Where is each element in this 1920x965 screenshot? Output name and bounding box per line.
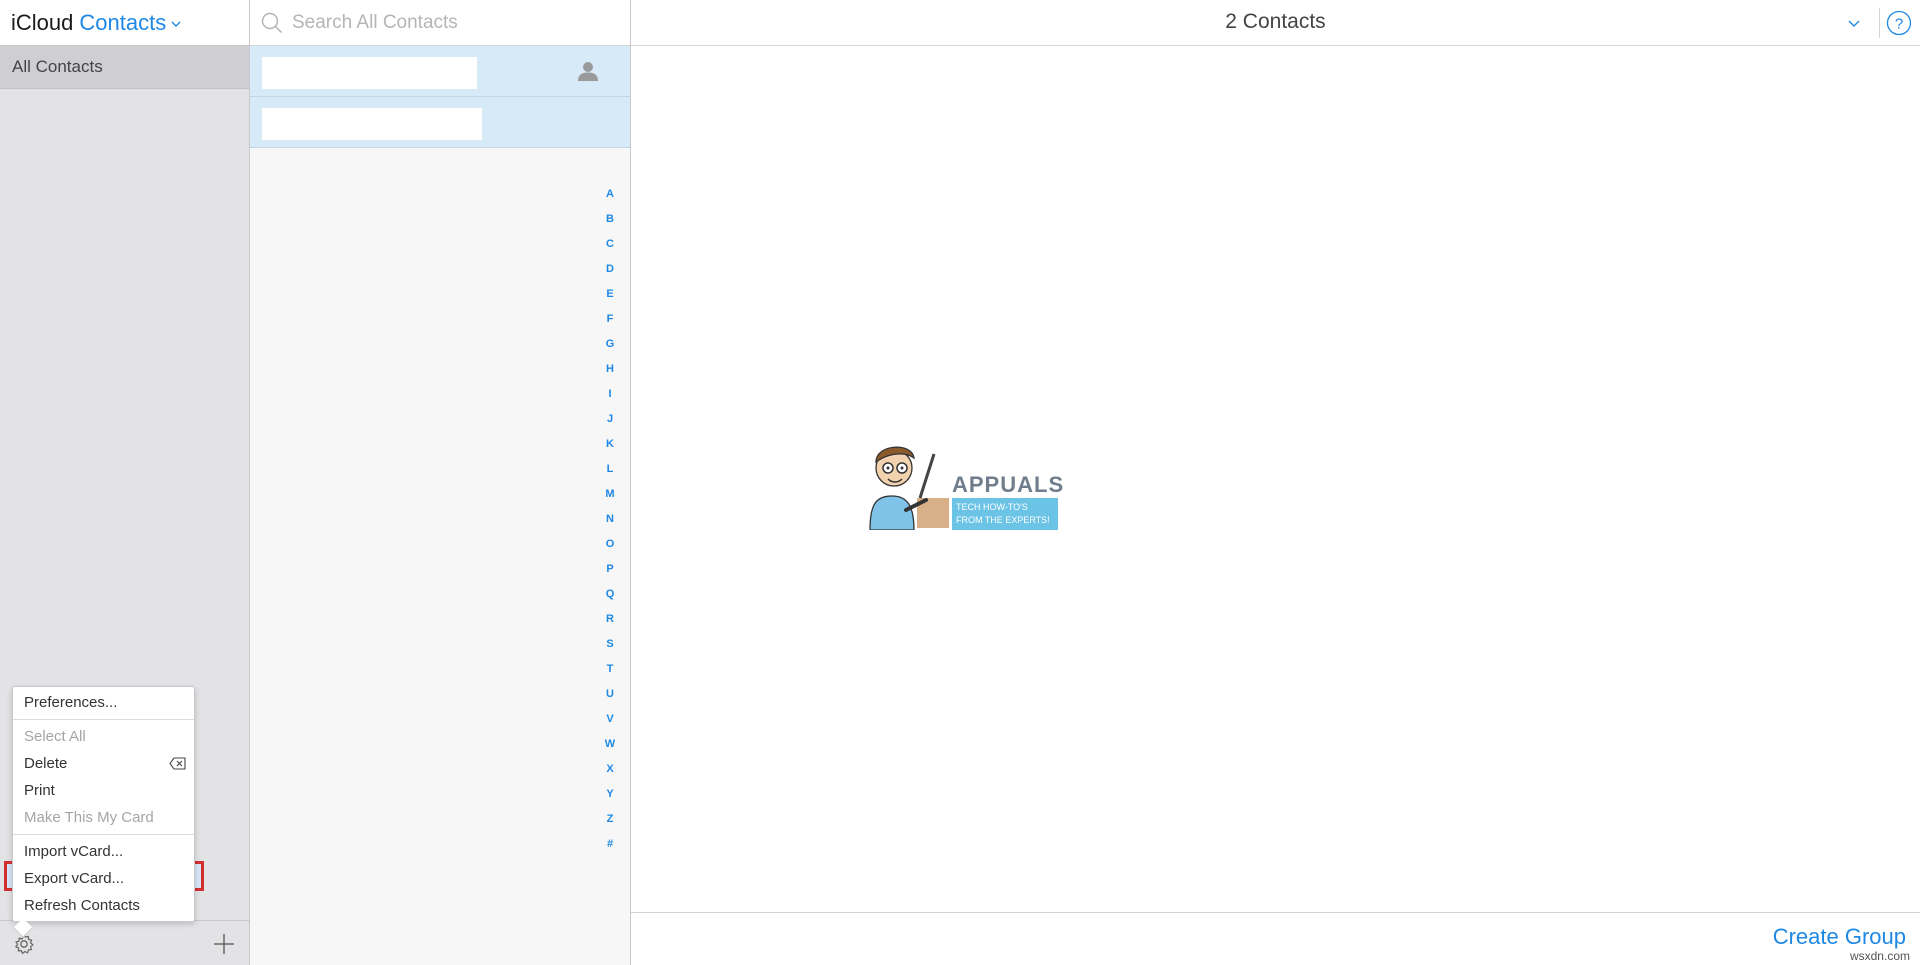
chevron-down-icon[interactable] bbox=[1846, 15, 1862, 31]
alphabet-index-letter[interactable]: C bbox=[600, 238, 620, 263]
plus-icon[interactable] bbox=[212, 932, 236, 956]
detail-header: 2 Contacts ? bbox=[631, 0, 1920, 46]
alphabet-index-letter[interactable]: J bbox=[600, 413, 620, 438]
alphabet-index-letter[interactable]: N bbox=[600, 513, 620, 538]
help-icon[interactable]: ? bbox=[1886, 10, 1912, 36]
mascot-logo-icon bbox=[869, 446, 949, 531]
app-header[interactable]: iCloud Contacts bbox=[0, 0, 249, 46]
contact-row[interactable] bbox=[250, 46, 630, 97]
contact-row[interactable] bbox=[250, 97, 630, 148]
alphabet-index-letter[interactable]: B bbox=[600, 213, 620, 238]
icloud-contacts-app: iCloud Contacts All Contacts Preferences… bbox=[0, 0, 1920, 965]
alphabet-index-letter[interactable]: S bbox=[600, 638, 620, 663]
menu-item-import-vcard[interactable]: Import vCard... bbox=[13, 839, 194, 865]
menu-item-make-my-card: Make This My Card bbox=[24, 809, 154, 826]
alphabet-index-letter[interactable]: # bbox=[600, 838, 620, 863]
menu-divider bbox=[13, 719, 194, 720]
create-group-button[interactable]: Create Group bbox=[1773, 924, 1906, 950]
alphabet-index-letter[interactable]: L bbox=[600, 463, 620, 488]
alphabet-index-letter[interactable]: F bbox=[600, 313, 620, 338]
alphabet-index-letter[interactable]: M bbox=[600, 488, 620, 513]
detail-pane: 2 Contacts ? APPUALS TECH HOW-TO'S FROM … bbox=[631, 0, 1920, 965]
watermark-tagline: TECH HOW-TO'S FROM THE EXPERTS! bbox=[952, 498, 1058, 530]
alphabet-index-letter[interactable]: O bbox=[600, 538, 620, 563]
alphabet-index-letter[interactable]: Z bbox=[600, 813, 620, 838]
alphabet-index-letter[interactable]: U bbox=[600, 688, 620, 713]
header-divider bbox=[1879, 8, 1880, 38]
menu-item-export-vcard[interactable]: Export vCard... bbox=[13, 866, 194, 892]
alphabet-index-letter[interactable]: E bbox=[600, 288, 620, 313]
alphabet-index-letter[interactable]: A bbox=[600, 188, 620, 213]
settings-menu: Preferences... Select All Delete Print M… bbox=[12, 686, 195, 922]
search-bar bbox=[250, 0, 630, 46]
watermark-title: APPUALS bbox=[952, 472, 1065, 497]
menu-item-preferences[interactable]: Preferences... bbox=[13, 690, 194, 716]
app-name-label[interactable]: Contacts bbox=[79, 10, 166, 36]
alphabet-index-letter[interactable]: D bbox=[600, 263, 620, 288]
svg-text:?: ? bbox=[1895, 16, 1903, 33]
alphabet-index-letter[interactable]: V bbox=[600, 713, 620, 738]
alphabet-index-letter[interactable]: Y bbox=[600, 788, 620, 813]
alphabet-index-letter[interactable]: R bbox=[600, 613, 620, 638]
search-input[interactable] bbox=[290, 10, 610, 35]
contact-name-redacted bbox=[262, 108, 482, 140]
alphabet-index-letter[interactable]: X bbox=[600, 763, 620, 788]
alphabet-index-letter[interactable]: I bbox=[600, 388, 620, 413]
alphabet-index-letter[interactable]: W bbox=[600, 738, 620, 763]
contact-list-column: ABCDEFGHIJKLMNOPQRSTUVWXYZ# bbox=[250, 0, 631, 965]
sidebar-item-all-contacts[interactable]: All Contacts bbox=[0, 46, 249, 89]
contact-count: 2 Contacts bbox=[1225, 10, 1326, 33]
menu-item-select-all: Select All bbox=[24, 728, 86, 745]
sidebar-item-label: All Contacts bbox=[12, 57, 103, 76]
chevron-down-icon[interactable] bbox=[170, 18, 182, 30]
menu-divider bbox=[13, 834, 194, 835]
alphabet-index-letter[interactable]: K bbox=[600, 438, 620, 463]
appuals-watermark: APPUALS TECH HOW-TO'S FROM THE EXPERTS! bbox=[862, 438, 1065, 531]
detail-footer: Create Group wsxdn.com bbox=[631, 912, 1920, 965]
brand-label: iCloud bbox=[11, 9, 74, 35]
menu-item-print[interactable]: Print bbox=[13, 778, 194, 804]
person-icon bbox=[578, 62, 598, 81]
sidebar-footer bbox=[0, 920, 249, 965]
alphabet-index-letter[interactable]: T bbox=[600, 663, 620, 688]
search-icon bbox=[261, 12, 282, 33]
alphabet-index-letter[interactable]: G bbox=[600, 338, 620, 363]
alphabet-index-letter[interactable]: H bbox=[600, 363, 620, 388]
menu-item-delete[interactable]: Delete bbox=[13, 751, 194, 777]
alphabet-index-letter[interactable]: P bbox=[600, 563, 620, 588]
contact-name-redacted bbox=[262, 57, 477, 89]
alphabet-index: A B C D E F G H I J K L M N O P Q R S T U V W X Y Z # bbox=[600, 188, 620, 863]
alphabet-index-letter[interactable]: Q bbox=[600, 588, 620, 613]
delete-key-icon bbox=[169, 757, 186, 770]
menu-item-label: Delete bbox=[24, 755, 68, 772]
site-credit: wsxdn.com bbox=[1849, 949, 1910, 963]
menu-item-refresh-contacts[interactable]: Refresh Contacts bbox=[13, 893, 194, 919]
